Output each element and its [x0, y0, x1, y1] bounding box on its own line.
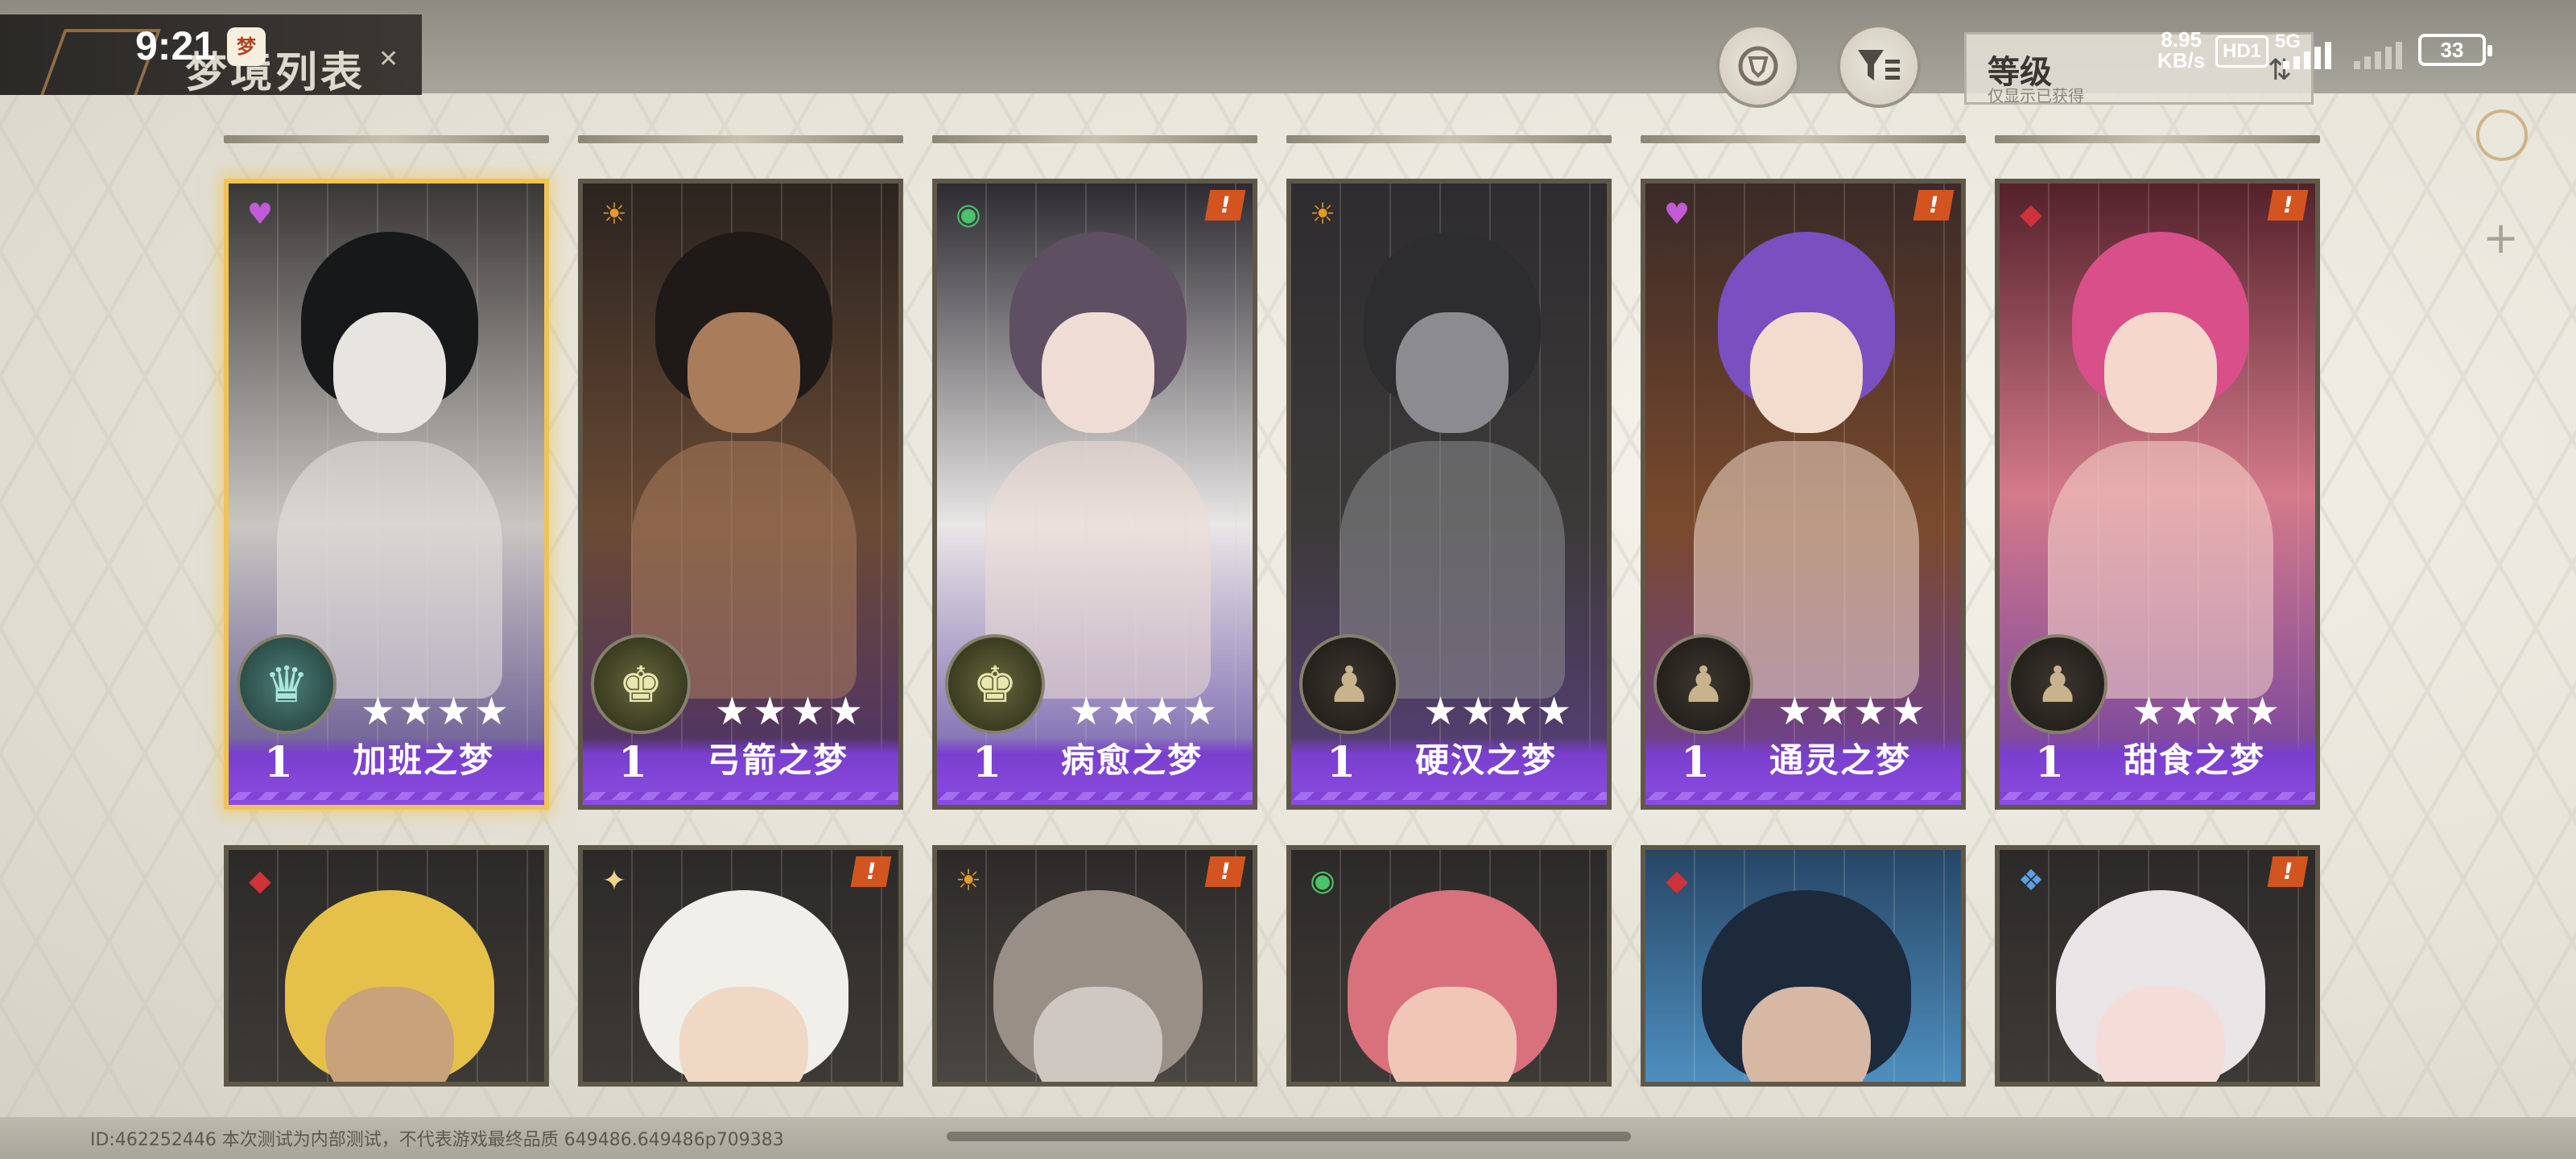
battery-icon: 33 — [2418, 34, 2492, 66]
king-rank-icon: ♚ — [591, 634, 691, 734]
card-level: 1 — [618, 738, 648, 787]
new-alert-icon: ! — [2267, 856, 2309, 887]
dream-card[interactable]: ☀! — [932, 845, 1257, 1087]
filter-icon — [1858, 50, 1900, 80]
ring-icon[interactable] — [2476, 109, 2528, 161]
character-face — [1042, 312, 1154, 433]
card-name: 弓箭之梦 — [707, 740, 849, 780]
dream-card[interactable]: ◆ — [1641, 845, 1966, 1087]
hd-badge: HD1 — [2215, 35, 2269, 68]
sun-icon: ☀ — [1309, 198, 1336, 231]
signal-strength-icon — [2283, 42, 2331, 69]
close-icon[interactable]: ✕ — [378, 45, 398, 73]
character-face — [687, 312, 800, 433]
star-icon: ✦ — [601, 864, 627, 897]
status-time: 9:21 — [135, 23, 217, 68]
column-divider — [1641, 135, 1966, 143]
shield-icon — [1738, 46, 1778, 86]
card-level: 1 — [1327, 738, 1356, 787]
gem-icon: ◆ — [2020, 198, 2042, 231]
queen-rank-icon: ♛ — [237, 634, 336, 734]
character-face — [1396, 312, 1509, 433]
character-face — [679, 987, 808, 1082]
star-rating: ★★★★ — [1422, 689, 1575, 734]
dream-card[interactable]: ◉ — [1286, 845, 1612, 1087]
gem-icon: ◆ — [249, 864, 271, 897]
sun-icon: ☀ — [601, 198, 628, 231]
card-level: 1 — [1681, 738, 1711, 787]
shield-button[interactable] — [1716, 24, 1800, 108]
plus-icon[interactable]: + — [2483, 212, 2519, 263]
dream-card[interactable]: ♥! ♟ ★★★★ 1 通灵之梦 — [1641, 179, 1966, 810]
new-alert-icon: ! — [1204, 856, 1246, 887]
character-face — [2104, 312, 2217, 433]
column-divider — [224, 135, 549, 143]
new-alert-icon: ! — [850, 856, 892, 887]
pawn-rank-icon: ♟ — [2008, 634, 2107, 734]
star-rating: ★★★★ — [1068, 689, 1220, 734]
dream-card[interactable]: ◉! ♚ ★★★★ 1 病愈之梦 — [932, 179, 1257, 810]
character-face — [1750, 312, 1863, 433]
star-rating: ★★★★ — [714, 689, 866, 734]
card-name: 甜食之梦 — [2124, 740, 2266, 780]
column-divider — [1995, 135, 2320, 143]
crystal-icon: ❖ — [2017, 864, 2045, 897]
planet-icon: ◉ — [1310, 864, 1335, 897]
new-alert-icon: ! — [2267, 190, 2309, 221]
card-name: 病愈之梦 — [1061, 740, 1203, 780]
star-rating: ★★★★ — [1777, 689, 1929, 734]
build-info-text: ID:462252446 本次测试为内部测试，不代表游戏最终品质 649486.… — [90, 1130, 784, 1150]
dream-card[interactable]: ☀ ♚ ★★★★ 1 弓箭之梦 — [578, 179, 903, 810]
character-face — [333, 312, 446, 433]
card-name: 加班之梦 — [353, 740, 495, 780]
character-face — [1034, 987, 1162, 1082]
heart-icon: ♥ — [246, 198, 274, 231]
card-level: 1 — [2035, 738, 2065, 787]
net-speed: 8.95 KB/s — [2157, 29, 2205, 71]
dream-card[interactable]: ♥ ♛ ★★★★ 1 加班之梦 — [224, 179, 549, 810]
signal-strength-2-icon — [2354, 42, 2402, 69]
planet-icon: ◉ — [956, 198, 981, 231]
character-face — [1742, 987, 1871, 1082]
dream-card[interactable]: ☀ ♟ ★★★★ 1 硬汉之梦 — [1286, 179, 1612, 810]
new-alert-icon: ! — [1204, 190, 1246, 221]
new-alert-icon: ! — [1913, 190, 1955, 221]
gem-icon: ◆ — [1666, 864, 1688, 897]
dream-card[interactable]: ◆ — [224, 845, 549, 1087]
column-divider — [932, 135, 1257, 143]
card-level: 1 — [264, 738, 294, 787]
dream-card[interactable]: ◆! ♟ ★★★★ 1 甜食之梦 — [1995, 179, 2320, 810]
net-speed-value: 8.95 — [2161, 27, 2202, 52]
sort-subtext: 仅显示已获得 — [1988, 86, 2084, 105]
column-divider — [1286, 135, 1612, 143]
king-rank-icon: ♚ — [945, 634, 1045, 734]
pawn-rank-icon: ♟ — [1653, 634, 1753, 734]
heart-icon: ♥ — [1663, 198, 1690, 231]
card-name: 硬汉之梦 — [1415, 740, 1558, 780]
pawn-rank-icon: ♟ — [1299, 634, 1399, 734]
net-speed-unit: KB/s — [2157, 48, 2206, 72]
filter-button[interactable] — [1837, 24, 1921, 108]
column-divider — [578, 135, 903, 143]
dream-card[interactable]: ✦! — [578, 845, 903, 1087]
character-face — [325, 987, 454, 1082]
sun-icon: ☀ — [955, 864, 982, 897]
app-notification-icon: 梦 — [227, 27, 266, 66]
home-indicator[interactable] — [947, 1132, 1631, 1141]
star-rating: ★★★★ — [2131, 689, 2283, 734]
dream-card[interactable]: ❖! — [1995, 845, 2320, 1087]
character-face — [2096, 987, 2225, 1082]
card-level: 1 — [972, 738, 1002, 787]
card-name: 通灵之梦 — [1769, 740, 1912, 780]
star-rating: ★★★★ — [360, 689, 512, 734]
character-face — [1388, 987, 1517, 1082]
